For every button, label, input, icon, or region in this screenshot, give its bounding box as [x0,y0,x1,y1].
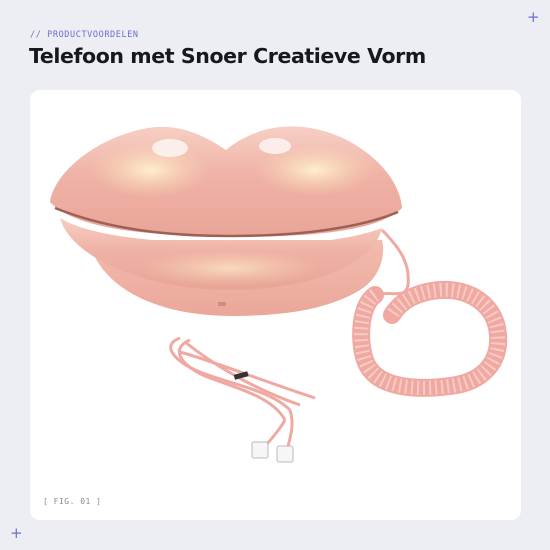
product-image-card: [ FIG. 01 ] [30,90,521,520]
lips-phone-image [50,126,508,463]
section-eyebrow: // PRODUCTVOORDELEN [30,30,139,40]
corner-plus-bottom-left: + [10,524,23,542]
figure-caption: [ FIG. 01 ] [43,497,102,506]
page-title: Telefoon met Snoer Creatieve Vorm [29,44,426,68]
corner-plus-top-right: + [527,8,540,26]
phone-cord-bundle [169,336,316,455]
